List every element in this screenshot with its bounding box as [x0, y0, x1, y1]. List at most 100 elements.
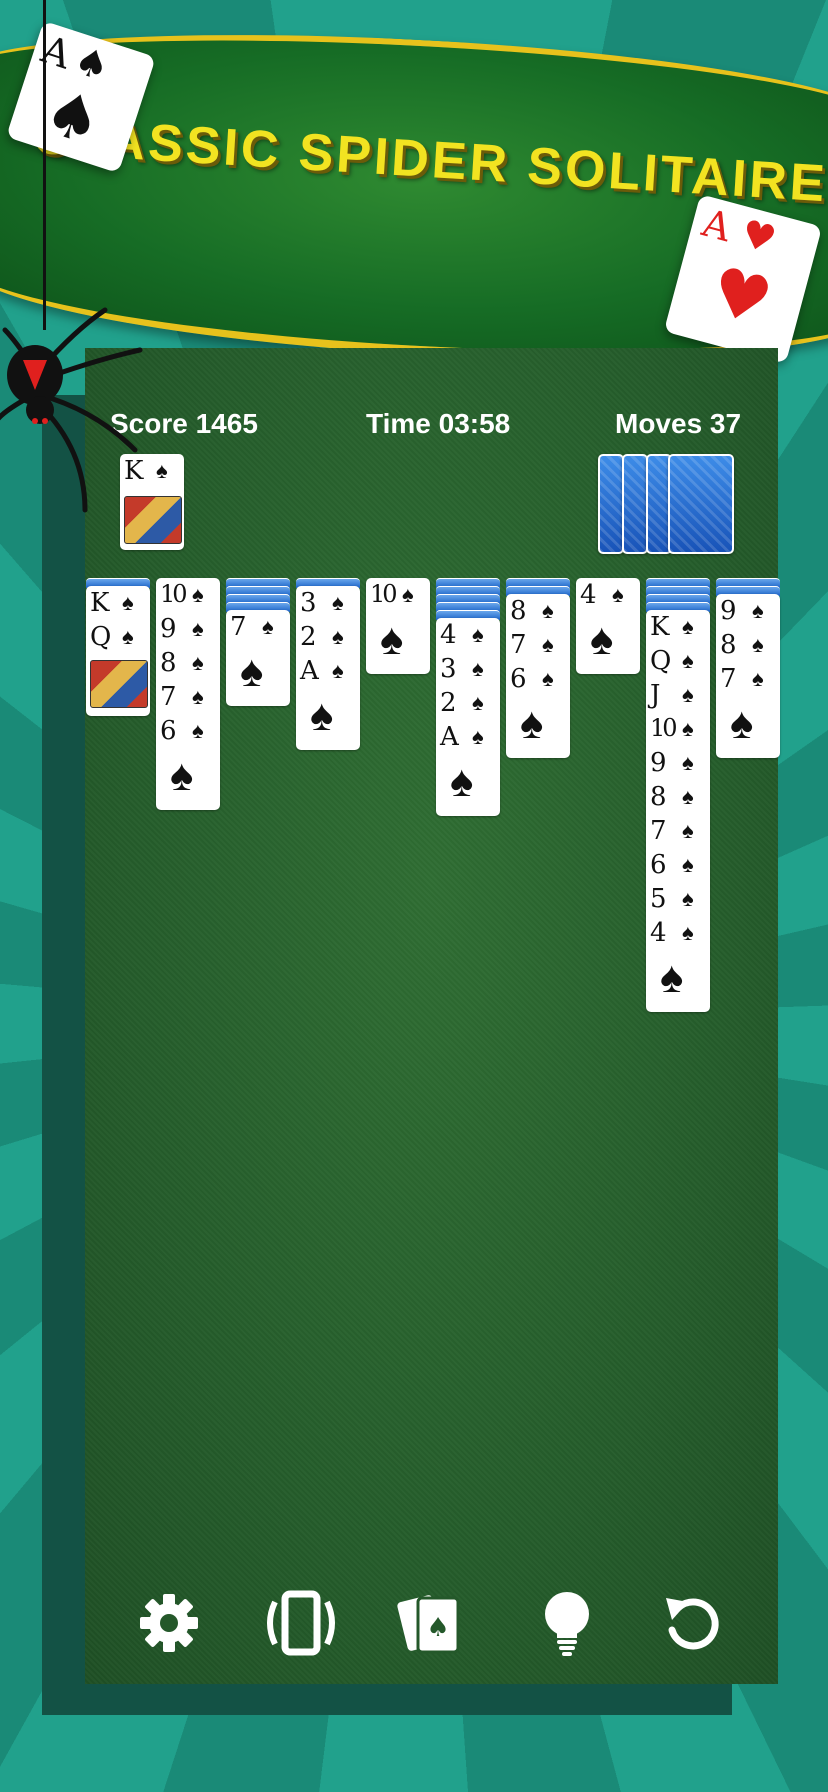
- spade-icon: ♠: [660, 953, 684, 1002]
- spade-icon: ♠: [752, 666, 764, 691]
- lightbulb-icon: [545, 1592, 589, 1656]
- spade-icon: ♠: [472, 724, 484, 749]
- heart-icon: ♥: [702, 251, 780, 342]
- spade-icon: ♠: [612, 582, 624, 607]
- spade-icon: ♠: [122, 590, 134, 615]
- card-rank: 5: [650, 884, 667, 914]
- spade-icon: ♠: [310, 691, 334, 740]
- svg-text:♠: ♠: [426, 1613, 449, 1643]
- card-rank: 8: [720, 630, 737, 660]
- card-rank: 4: [580, 580, 597, 610]
- spade-icon: ♠: [192, 650, 204, 675]
- card-stack[interactable]: 4 ♠ 3 ♠ 2 ♠ A ♠ ♠: [436, 618, 500, 816]
- card-rank: 9: [650, 748, 667, 778]
- spade-icon: ♠: [542, 632, 554, 657]
- card-rank: K: [650, 612, 670, 642]
- spade-icon: ♠: [472, 622, 484, 647]
- rotate-phone-icon: [267, 1590, 335, 1656]
- time-label: Time 03:58: [366, 408, 511, 439]
- spade-icon: ♠: [682, 716, 694, 741]
- moves-label: Moves 37: [615, 408, 742, 439]
- card-stack[interactable]: 10 ♠ 9 ♠ 8 ♠ 7 ♠ 6 ♠ ♠: [156, 578, 220, 810]
- card-stack[interactable]: 3 ♠ 2 ♠ A ♠ ♠: [296, 586, 360, 750]
- card-rank: 3: [440, 654, 457, 684]
- card-stack[interactable]: 8 ♠ 7 ♠ 6 ♠ ♠: [506, 594, 570, 758]
- stock-pile-card[interactable]: [622, 454, 648, 554]
- hint-button[interactable]: [532, 1588, 602, 1658]
- spade-icon: ♠: [752, 598, 764, 623]
- settings-button[interactable]: [134, 1588, 204, 1658]
- card-rank: 2: [300, 622, 317, 652]
- cards-icon: ♠: [397, 1595, 460, 1654]
- spade-icon: ♠: [380, 615, 404, 664]
- card-rank: 7: [720, 664, 737, 694]
- card-rank: 6: [160, 716, 177, 746]
- undo-button[interactable]: [658, 1588, 728, 1658]
- card-rank: 7: [510, 630, 527, 660]
- spade-icon: ♠: [332, 624, 344, 649]
- spade-icon: ♠: [35, 73, 111, 161]
- spade-icon: ♠: [542, 666, 554, 691]
- card-rank: Q: [90, 622, 112, 652]
- card-stack[interactable]: 7 ♠ ♠: [226, 610, 290, 706]
- spade-icon: ♠: [682, 886, 694, 911]
- card-rank: 9: [720, 596, 737, 626]
- card-rank: 10: [160, 580, 187, 608]
- card-rank: 9: [160, 614, 177, 644]
- spade-icon: ♠: [682, 818, 694, 843]
- card-rank: 10: [370, 580, 397, 608]
- spade-icon: ♠: [332, 658, 344, 683]
- spade-icon: ♠: [192, 684, 204, 709]
- spade-icon: ♠: [240, 647, 264, 696]
- card-rank: 3: [300, 588, 317, 618]
- undo-icon: [666, 1598, 719, 1650]
- spider-thread: [43, 0, 46, 330]
- gear-icon: [140, 1594, 198, 1652]
- spade-icon: ♠: [122, 624, 134, 649]
- card-rank: A: [300, 656, 319, 686]
- card-stack[interactable]: K ♠ Q ♠ J ♠ 10 ♠ 9 ♠ 8 ♠ 7 ♠ 6 ♠ 5 ♠ 4 ♠ ♠: [646, 610, 710, 1012]
- spade-icon: ♠: [450, 757, 474, 806]
- spade-icon: ♠: [682, 750, 694, 775]
- spade-icon: ♠: [682, 852, 694, 877]
- spade-icon: ♠: [682, 682, 694, 707]
- deal-button[interactable]: ♠: [396, 1588, 466, 1658]
- card-stack[interactable]: 10 ♠ ♠: [366, 578, 430, 674]
- card-stack[interactable]: K ♠ Q ♠: [86, 586, 150, 716]
- spade-icon: ♠: [730, 699, 754, 748]
- card-rank: 8: [160, 648, 177, 678]
- orientation-button[interactable]: [261, 1588, 335, 1658]
- spade-icon: ♠: [682, 784, 694, 809]
- spade-icon: ♠: [192, 616, 204, 641]
- spade-icon: ♠: [682, 648, 694, 673]
- spade-icon: ♠: [590, 615, 614, 664]
- spade-icon: ♠: [472, 656, 484, 681]
- card-rank: 6: [510, 664, 527, 694]
- card-rank: Q: [650, 646, 672, 676]
- spade-icon: ♠: [472, 690, 484, 715]
- spade-icon: ♠: [682, 920, 694, 945]
- card-rank: 7: [160, 682, 177, 712]
- queen-face-icon: [90, 660, 148, 708]
- card-rank: K: [90, 588, 110, 618]
- spade-icon: ♠: [192, 718, 204, 743]
- stock-pile-card[interactable]: [598, 454, 624, 554]
- stock-pile[interactable]: [668, 454, 734, 554]
- spider-icon: [0, 307, 143, 513]
- card-rank: J: [650, 680, 661, 710]
- card-rank: 7: [230, 612, 247, 642]
- card-rank: 8: [510, 596, 527, 626]
- card-stack[interactable]: 9 ♠ 8 ♠ 7 ♠ ♠: [716, 594, 780, 758]
- spade-icon: ♠: [520, 699, 544, 748]
- spade-icon: ♠: [332, 590, 344, 615]
- spade-icon: ♠: [682, 614, 694, 639]
- card-rank: 6: [650, 850, 667, 880]
- card-rank: 7: [650, 816, 667, 846]
- card-rank: A: [440, 722, 459, 752]
- card-rank: 4: [650, 918, 667, 948]
- spade-icon: ♠: [542, 598, 554, 623]
- card-stack[interactable]: 4 ♠ ♠: [576, 578, 640, 674]
- card-rank: 8: [650, 782, 667, 812]
- card-rank: 10: [650, 714, 677, 742]
- spade-icon: ♠: [170, 751, 194, 800]
